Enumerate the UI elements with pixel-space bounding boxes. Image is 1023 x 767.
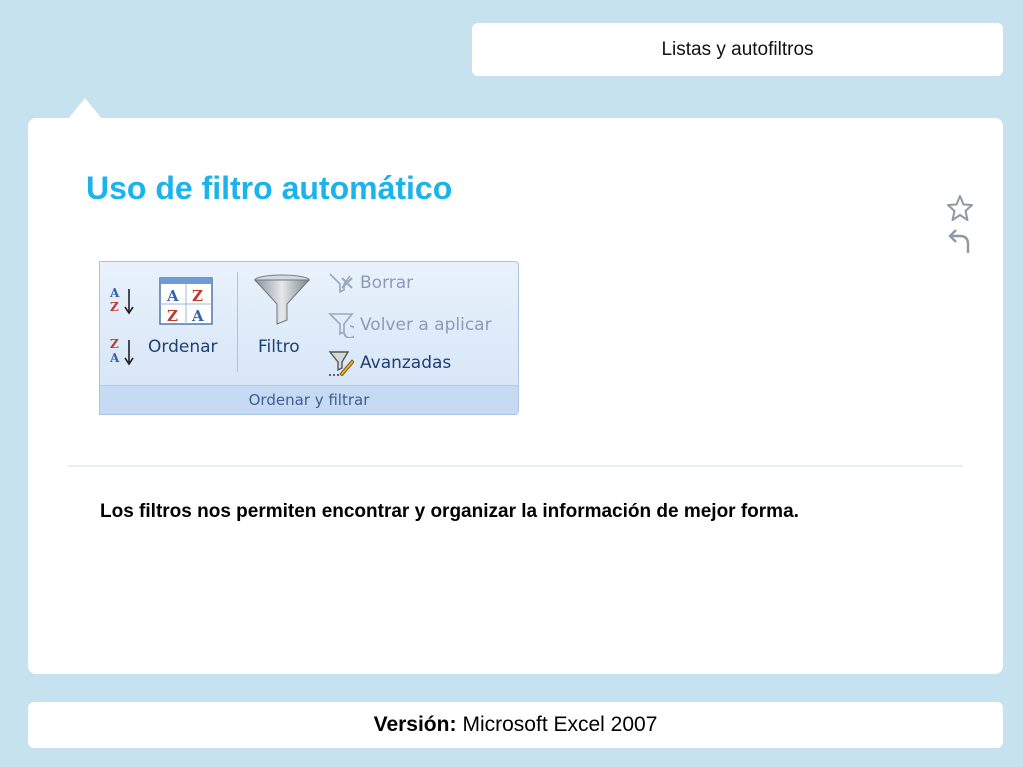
reapply-filter-command[interactable]: Volver a aplicar [328,312,492,338]
slide-card: Uso de filtro automático A Z Z A A Z Z A… [28,118,1003,674]
sort-za-letter-z: Z [110,337,119,351]
clear-filter-icon [329,273,353,294]
reapply-filter-icon [328,313,354,338]
ribbon-separator [237,272,238,372]
advanced-filter-icon [328,351,354,376]
slide-title: Uso de filtro automático [86,170,453,206]
reapply-filter-label: Volver a aplicar [360,315,492,335]
undo-icon[interactable] [946,226,974,256]
side-icons [946,194,980,260]
section-title-tab: Listas y autofiltros [472,23,1003,76]
advanced-filter-command[interactable]: Avanzadas [328,350,451,376]
sort-dialog-icon[interactable]: A Z Z A [159,277,213,325]
slide-body-text: Los filtros nos permiten encontrar y org… [100,501,799,522]
sort-dialog-letter-z1: Z [192,287,203,305]
card-pointer [68,98,102,119]
sort-dialog-letter-a2: A [191,307,204,325]
version-bar: Versión: Microsoft Excel 2007 [28,702,1003,748]
ribbon-group-sort-filter: A Z Z A A Z Z A Ordenar Filtro Borrar Vo… [99,261,519,415]
star-icon[interactable] [946,194,974,222]
sort-az-letter-z: Z [110,300,119,314]
section-title: Listas y autofiltros [661,38,814,60]
sort-a-to-z-icon[interactable]: A Z [109,284,137,318]
sort-dialog-letter-a1: A [166,287,179,305]
version-label: Versión: [373,713,457,736]
ribbon-group-label: Ordenar y filtrar [100,385,518,414]
sort-z-to-a-icon[interactable]: Z A [109,335,137,369]
content-divider [68,465,963,467]
advanced-filter-label: Avanzadas [360,353,452,373]
sort-dialog-letter-z2: Z [167,307,178,325]
clear-filter-command[interactable]: Borrar [328,272,413,294]
filter-button-label[interactable]: Filtro [258,337,300,357]
sort-button-label[interactable]: Ordenar [148,337,218,357]
sort-za-letter-a: A [109,351,120,365]
sort-az-letter-a: A [109,286,120,300]
version-value: Microsoft Excel 2007 [462,713,658,736]
filter-funnel-icon[interactable] [253,274,311,328]
clear-filter-label: Borrar [360,273,414,293]
ribbon-group-label-text: Ordenar y filtrar [248,391,370,409]
